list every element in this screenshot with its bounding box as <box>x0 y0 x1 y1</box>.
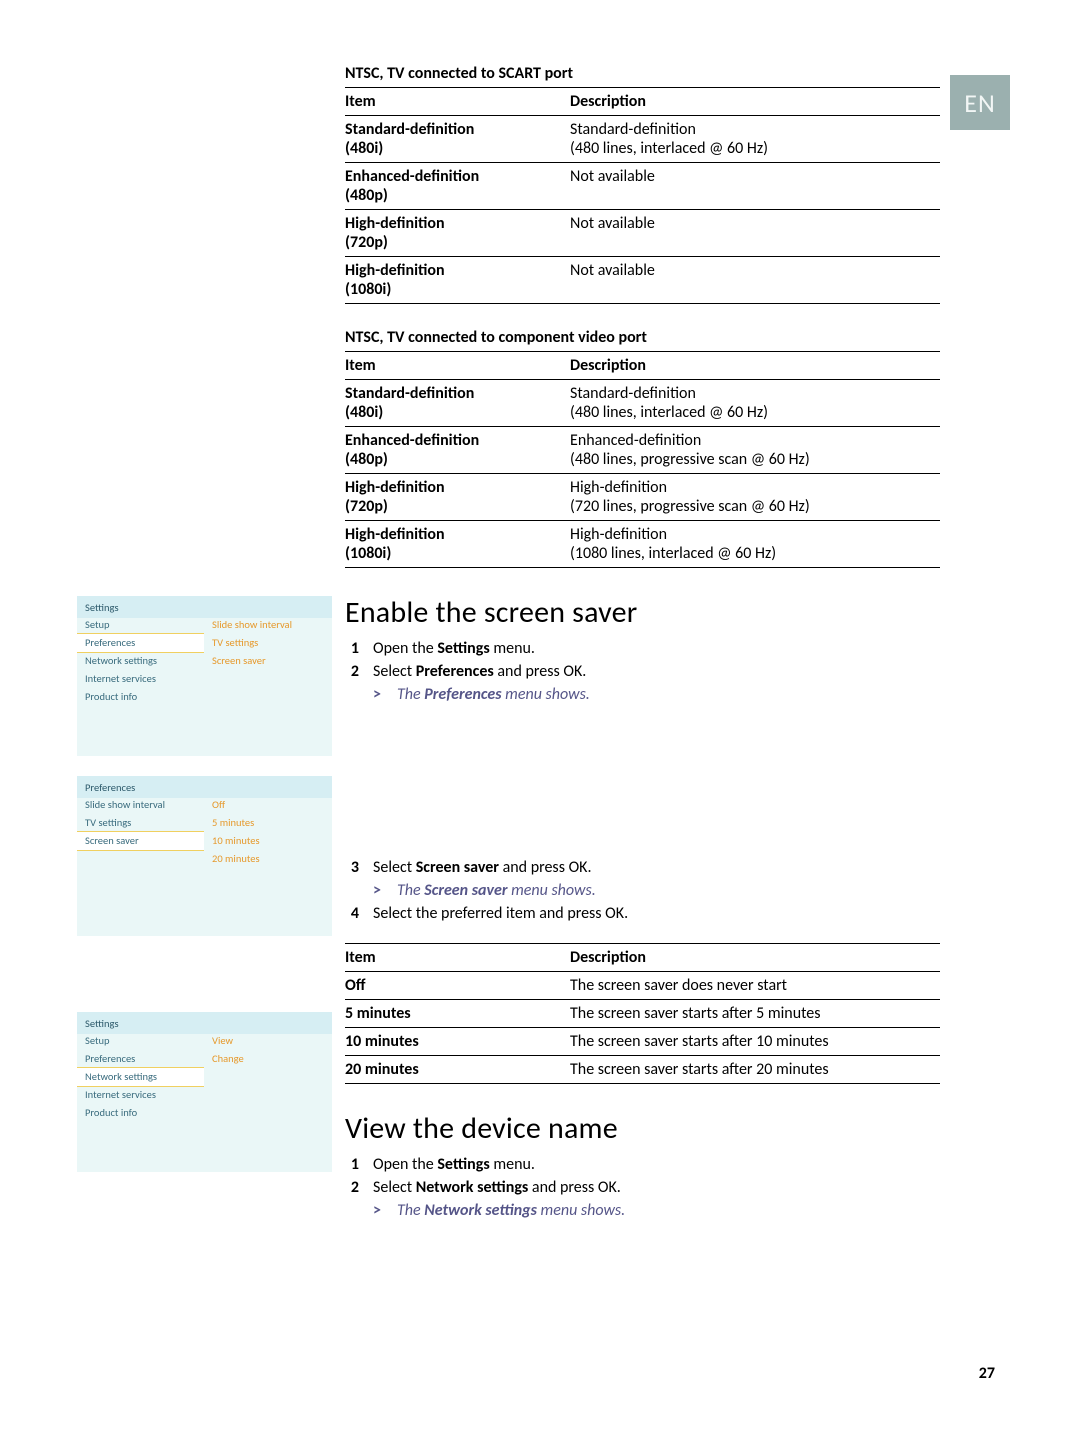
step-num: 4 <box>345 904 359 923</box>
step: 4 Select the preferred item and press OK… <box>345 902 940 925</box>
th-item: Item <box>345 352 570 380</box>
ui-menu-item: Change <box>204 1050 332 1068</box>
table-row: High-definition(720p)Not available <box>345 210 940 257</box>
step-num: 2 <box>345 1178 359 1197</box>
ui-menu-item: Slide show interval <box>77 796 204 814</box>
step-text: Open the Settings menu. <box>373 1155 940 1174</box>
ui-title: Preferences <box>77 776 332 798</box>
ui-menu-item: Network settings <box>77 652 204 670</box>
step-text: Open the Settings menu. <box>373 639 940 658</box>
step: 1 Open the Settings menu. <box>345 637 940 660</box>
th-item: Item <box>345 88 570 116</box>
ui-menu-item: 10 minutes <box>204 832 332 850</box>
table-row: High-definition(1080i)Not available <box>345 257 940 304</box>
step-num: 3 <box>345 858 359 877</box>
ui-menu-item: Internet services <box>77 670 204 688</box>
result-text: The Network settings menu shows. <box>397 1201 625 1220</box>
section-view-title: View the device name <box>345 1110 940 1147</box>
step-text: Select Screen saver and press OK. <box>373 858 940 877</box>
table-caption-scart: NTSC, TV connected to SCART port <box>345 64 940 83</box>
ui-menu-item: Preferences <box>77 1050 204 1068</box>
ui-menu-item: Preferences <box>77 633 204 653</box>
table-row: 10 minutesThe screen saver starts after … <box>345 1028 940 1056</box>
ui-menu-item: Setup <box>77 616 204 634</box>
step-text: Select Preferences and press OK. <box>373 662 940 681</box>
ui-menu-item: Slide show interval <box>204 616 332 634</box>
language-tab: EN <box>950 75 1010 130</box>
step-num: 2 <box>345 662 359 681</box>
ui-title: Settings <box>77 596 332 618</box>
result-text: The Screen saver menu shows. <box>397 881 596 900</box>
step-text: Select the preferred item and press OK. <box>373 904 940 923</box>
table-component: Item Description Standard-definition(480… <box>345 351 940 568</box>
table-row: Enhanced-definition(480p)Enhanced-defini… <box>345 427 940 474</box>
table-caption-component: NTSC, TV connected to component video po… <box>345 328 940 347</box>
table-row: Enhanced-definition(480p)Not available <box>345 163 940 210</box>
section-enable-title: Enable the screen saver <box>345 594 940 631</box>
result: > The Network settings menu shows. <box>345 1199 940 1222</box>
ui-menu-item: Product info <box>77 1104 204 1122</box>
th-item: Item <box>345 944 570 972</box>
steps-enable-cont2: 4 Select the preferred item and press OK… <box>345 902 940 925</box>
result: > The Preferences menu shows. <box>345 683 940 706</box>
step-num: 1 <box>345 639 359 658</box>
ui-menu-item: Screen saver <box>77 831 204 851</box>
ui-menu-item: TV settings <box>204 634 332 652</box>
steps-enable: 1 Open the Settings menu. 2 Select Prefe… <box>345 637 940 683</box>
main-content: NTSC, TV connected to SCART port Item De… <box>345 58 940 1222</box>
ui-mock-prefs-saver: Preferences Slide show intervalTV settin… <box>77 776 332 936</box>
result-arrow-icon: > <box>373 1201 387 1220</box>
step: 2 Select Preferences and press OK. <box>345 660 940 683</box>
ui-menu-item: Network settings <box>77 1067 204 1087</box>
ui-menu-item: 20 minutes <box>204 850 332 868</box>
ui-menu-item: TV settings <box>77 814 204 832</box>
th-desc: Description <box>570 944 940 972</box>
step-num: 1 <box>345 1155 359 1174</box>
steps-view: 1 Open the Settings menu. 2 Select Netwo… <box>345 1153 940 1199</box>
th-desc: Description <box>570 88 940 116</box>
table-row: Standard-definition(480i)Standard-defini… <box>345 380 940 427</box>
th-desc: Description <box>570 352 940 380</box>
ui-mock-settings-net: Settings SetupPreferencesNetwork setting… <box>77 1012 332 1172</box>
steps-enable-cont: 3 Select Screen saver and press OK. <box>345 856 940 879</box>
result-arrow-icon: > <box>373 881 387 900</box>
result-text: The Preferences menu shows. <box>397 685 590 704</box>
ui-menu-item: Screen saver <box>204 652 332 670</box>
step: 1 Open the Settings menu. <box>345 1153 940 1176</box>
table-row: Standard-definition(480i)Standard-defini… <box>345 116 940 163</box>
table-row: High-definition(1080i)High-definition(10… <box>345 521 940 568</box>
table-row: 5 minutesThe screen saver starts after 5… <box>345 1000 940 1028</box>
table-saver: Item Description OffThe screen saver doe… <box>345 943 940 1084</box>
ui-title: Settings <box>77 1012 332 1034</box>
ui-menu-item: View <box>204 1032 332 1050</box>
table-scart: Item Description Standard-definition(480… <box>345 87 940 304</box>
table-row: 20 minutesThe screen saver starts after … <box>345 1056 940 1084</box>
ui-menu-item: Product info <box>77 688 204 706</box>
step-text: Select Network settings and press OK. <box>373 1178 940 1197</box>
table-row: High-definition(720p)High-definition(720… <box>345 474 940 521</box>
table-row: OffThe screen saver does never start <box>345 972 940 1000</box>
ui-menu-item: Internet services <box>77 1086 204 1104</box>
ui-menu-item: Off <box>204 796 332 814</box>
ui-menu-item: 5 minutes <box>204 814 332 832</box>
step: 3 Select Screen saver and press OK. <box>345 856 940 879</box>
result: > The Screen saver menu shows. <box>345 879 940 902</box>
step: 2 Select Network settings and press OK. <box>345 1176 940 1199</box>
page-number: 27 <box>979 1364 995 1383</box>
ui-mock-settings-prefs: Settings SetupPreferencesNetwork setting… <box>77 596 332 756</box>
ui-menu-item: Setup <box>77 1032 204 1050</box>
result-arrow-icon: > <box>373 685 387 704</box>
